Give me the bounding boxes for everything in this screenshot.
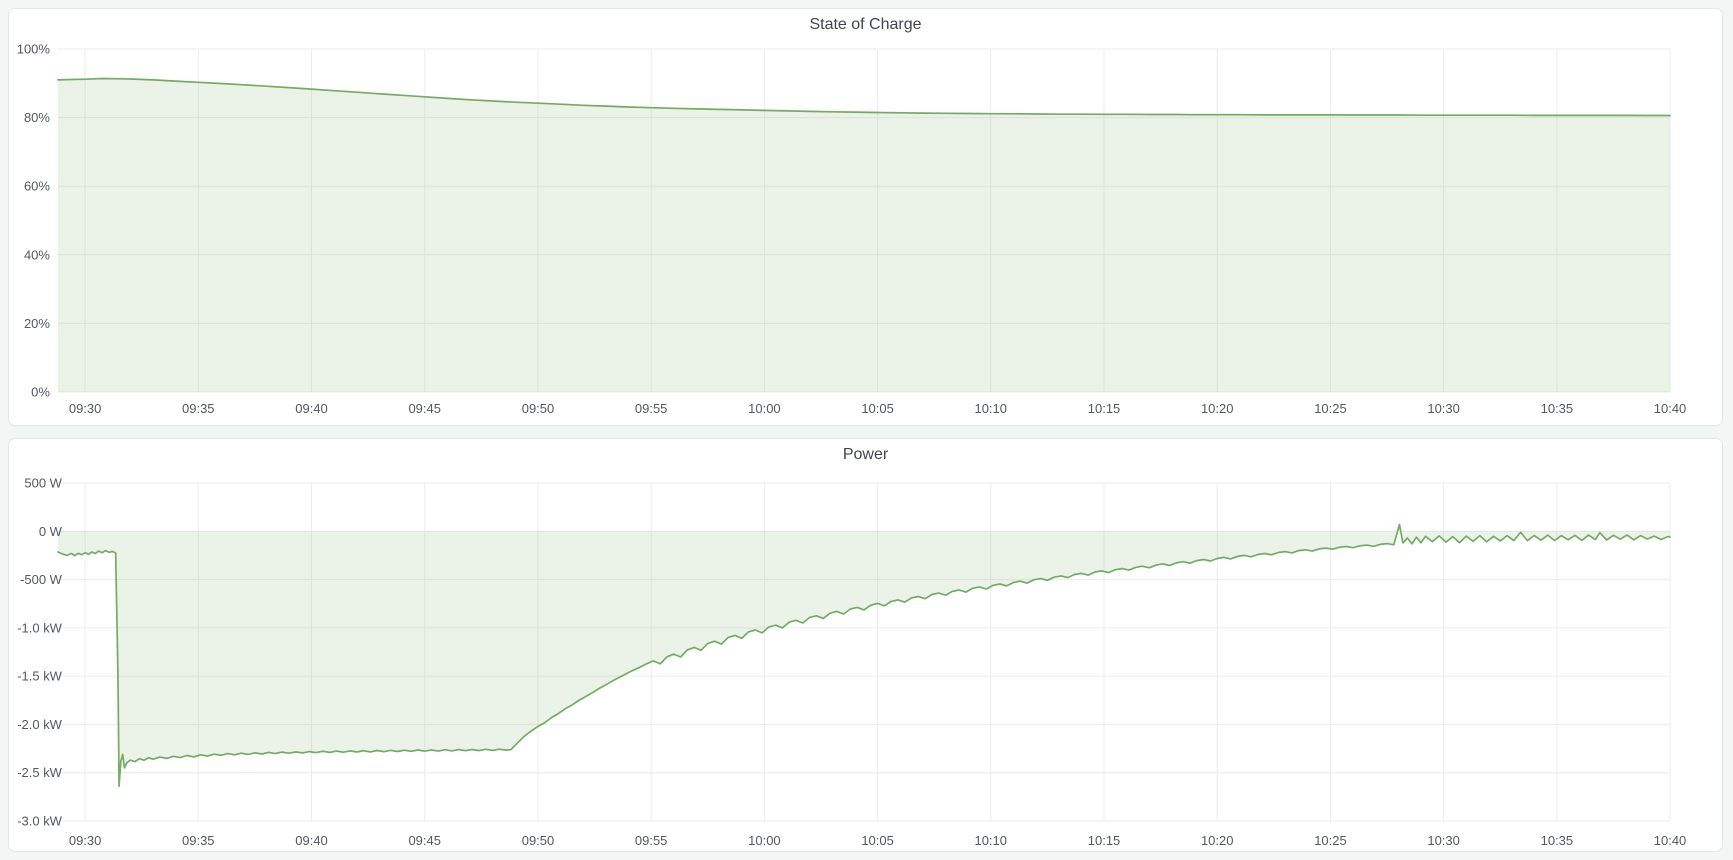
y-tick-label: 0%	[31, 384, 50, 399]
x-tick-label: 10:40	[1654, 401, 1686, 416]
x-tick-label: 10:20	[1201, 401, 1233, 416]
x-tick-label: 10:30	[1427, 401, 1459, 416]
y-tick-label: 20%	[24, 316, 50, 331]
y-tick-label: -1.0 kW	[17, 620, 62, 635]
x-tick-label: 10:15	[1088, 401, 1120, 416]
x-tick-label: 09:40	[295, 401, 327, 416]
state-of-charge-chart[interactable]: 0% 20% 40% 60% 80% 100% 09:30 09:35 09:40 09:45 09…	[9, 9, 1722, 425]
y-tick-label: 0 W	[39, 524, 63, 539]
series-area	[58, 79, 1670, 393]
x-tick-label: 09:45	[408, 833, 440, 848]
x-tick-label: 10:35	[1541, 833, 1573, 848]
x-tick-label: 09:45	[408, 401, 440, 416]
x-tick-label: 10:35	[1541, 401, 1573, 416]
y-tick-label: -1.5 kW	[17, 669, 62, 684]
y-tick-label: -500 W	[20, 572, 63, 587]
x-tick-label: 10:25	[1314, 833, 1346, 848]
series-area	[58, 525, 1670, 787]
x-tick-label: 09:50	[522, 401, 554, 416]
power-chart[interactable]: 500 W 0 W -500 W -1.0 kW -1.5 kW -2.0 kW -2.5 …	[9, 439, 1722, 851]
x-tick-label: 10:00	[748, 833, 780, 848]
x-tick-label: 09:35	[182, 833, 214, 848]
x-tick-label: 09:55	[635, 833, 667, 848]
x-tick-label: 09:50	[522, 833, 554, 848]
panel-power: Power 500 W0 W-500 W-1.0 kW-1.5 kW-2.0 k…	[8, 438, 1723, 852]
y-tick-label: -2.5 kW	[17, 765, 62, 780]
x-tick-label: 10:10	[975, 833, 1007, 848]
y-tick-label: -2.0 kW	[17, 717, 62, 732]
x-tick-label: 09:40	[295, 833, 327, 848]
x-tick-label: 09:35	[182, 401, 214, 416]
x-tick-label: 10:05	[861, 401, 893, 416]
x-tick-label: 09:30	[69, 401, 101, 416]
dashboard: State of Charge 0%20%40%60%80%100%09:300…	[0, 0, 1733, 860]
y-tick-label: 40%	[24, 247, 50, 262]
y-tick-label: -3.0 kW	[17, 813, 62, 828]
x-tick-label: 10:30	[1427, 833, 1459, 848]
x-tick-label: 10:10	[975, 401, 1007, 416]
x-tick-label: 10:00	[748, 401, 780, 416]
x-tick-label: 10:20	[1201, 833, 1233, 848]
y-tick-label: 60%	[24, 179, 50, 194]
y-tick-label: 500 W	[24, 475, 62, 490]
x-tick-label: 09:55	[635, 401, 667, 416]
y-tick-label: 80%	[24, 110, 50, 125]
x-tick-label: 09:30	[69, 833, 101, 848]
x-tick-label: 10:05	[861, 833, 893, 848]
x-tick-label: 10:15	[1088, 833, 1120, 848]
x-tick-label: 10:40	[1654, 833, 1686, 848]
x-tick-label: 10:25	[1314, 401, 1346, 416]
panel-state-of-charge: State of Charge 0%20%40%60%80%100%09:300…	[8, 8, 1723, 426]
y-tick-label: 100%	[17, 41, 51, 56]
